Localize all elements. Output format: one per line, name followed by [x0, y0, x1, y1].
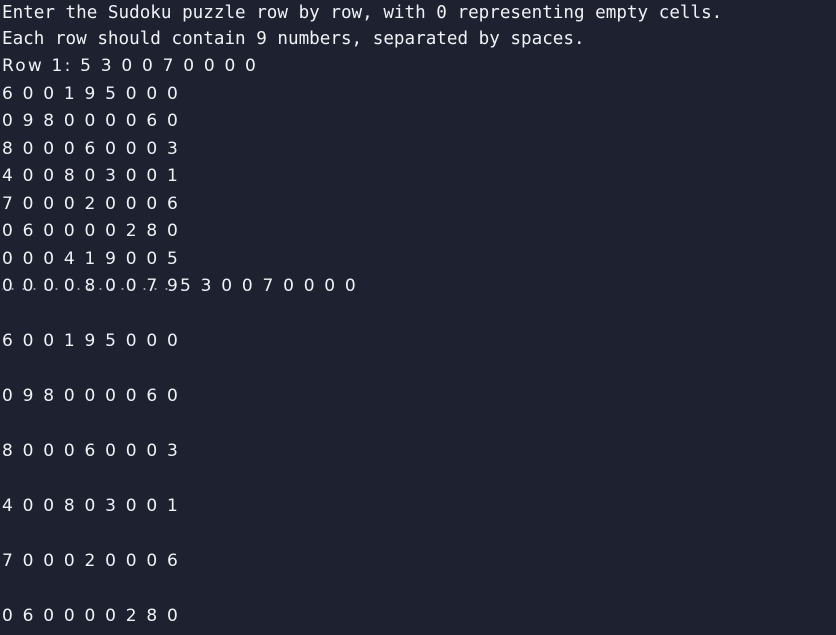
echo-row: 8 0 0 0 6 0 0 0 3	[2, 441, 180, 461]
row-input: 0 9 8 0 0 0 0 6 0	[2, 111, 180, 131]
echo-row: 0 6 0 0 0 0 2 8 0	[2, 606, 180, 626]
row-input: 7 0 0 0 2 0 0 0 6	[2, 194, 180, 214]
terminal-output: Enter the Sudoku puzzle row by row, with…	[0, 0, 836, 635]
row-input: 8 0 0 0 6 0 0 0 3	[2, 139, 180, 159]
row-1-prompt-input: Row 1: 5 3 0 0 7 0 0 0 0	[2, 56, 259, 76]
echo-row: 7 0 0 0 2 0 0 0 6	[2, 551, 180, 571]
instruction-line-1: Enter the Sudoku puzzle row by row, with…	[2, 3, 723, 23]
echo-row: 4 0 0 8 0 3 0 0 1	[2, 496, 180, 516]
row-input: 6 0 0 1 9 5 0 0 0	[2, 84, 180, 104]
echo-row: 6 0 0 1 9 5 0 0 0	[2, 331, 180, 351]
row-input-merged: 0 0 0 0 8 0 0 7 95 3 0 0 7 0 0 0 0	[2, 276, 358, 296]
row-input: 4 0 0 8 0 3 0 0 1	[2, 166, 180, 186]
instruction-line-2: Each row should contain 9 numbers, separ…	[2, 29, 585, 49]
row-input: 0 6 0 0 0 0 2 8 0	[2, 221, 180, 241]
echo-row: 0 9 8 0 0 0 0 6 0	[2, 386, 180, 406]
row-input: 0 0 0 4 1 9 0 0 5	[2, 249, 180, 269]
